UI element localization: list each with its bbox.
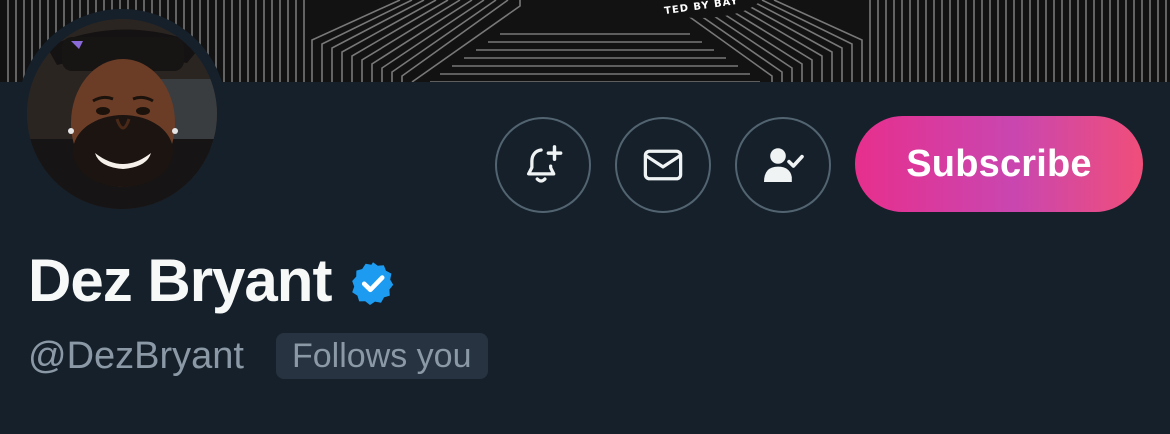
verified-badge-icon[interactable] xyxy=(349,259,397,307)
avatar[interactable] xyxy=(27,19,217,209)
handle-row: @DezBryant Follows you xyxy=(28,332,488,380)
display-name: Dez Bryant xyxy=(28,247,332,314)
person-check-icon xyxy=(764,148,804,182)
bell-plus-icon xyxy=(526,145,563,183)
profile-header: TED BY BAY Subscribe Dez Bryant @DezBrya… xyxy=(0,0,1170,434)
envelope-icon xyxy=(643,149,683,181)
following-button[interactable] xyxy=(735,117,831,213)
avatar-frame[interactable] xyxy=(17,9,227,219)
message-button[interactable] xyxy=(615,117,711,213)
follows-you-badge: Follows you xyxy=(275,333,488,379)
display-name-row: Dez Bryant xyxy=(28,246,397,316)
notifications-button[interactable] xyxy=(495,117,591,213)
subscribe-button[interactable]: Subscribe xyxy=(855,116,1143,212)
user-handle: @DezBryant xyxy=(28,335,244,377)
avatar-image xyxy=(27,19,217,209)
